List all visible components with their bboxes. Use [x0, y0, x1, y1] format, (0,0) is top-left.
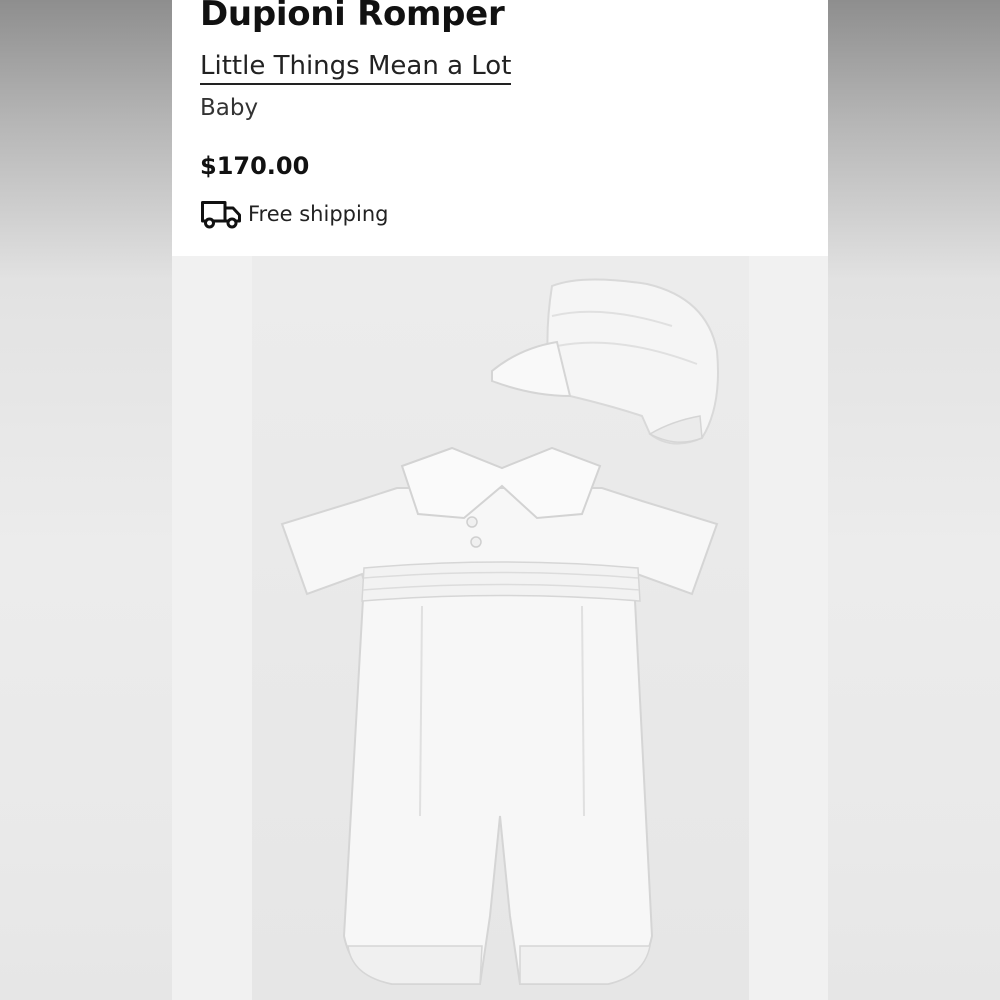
brand-link[interactable]: Little Things Mean a Lot [200, 50, 512, 85]
left-backdrop [0, 0, 172, 1000]
romper-illustration [280, 446, 719, 985]
shipping-label: Free shipping [248, 202, 389, 226]
truck-icon [201, 201, 241, 229]
cap-illustration [491, 278, 719, 445]
product-image-area [172, 256, 828, 1000]
product-image[interactable] [252, 256, 749, 1000]
product-title: Dupioni Romper [200, 0, 505, 34]
product-card: Dupioni Romper Little Things Mean a Lot … [172, 0, 828, 1000]
right-backdrop [828, 0, 1000, 1000]
product-price: $170.00 [200, 152, 310, 180]
shipping-info: Free shipping [200, 196, 388, 232]
product-category: Baby [200, 95, 259, 121]
